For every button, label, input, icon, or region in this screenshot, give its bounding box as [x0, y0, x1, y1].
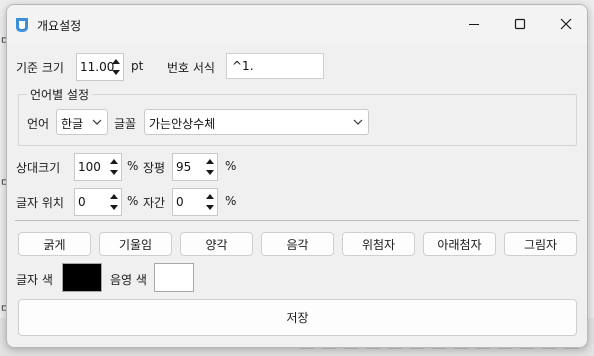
bold-button[interactable]: 굵게 — [18, 232, 91, 256]
chevron-down-icon[interactable] — [92, 117, 102, 127]
width-ratio-unit: % — [225, 159, 237, 173]
font-select[interactable]: 가는안상수체 — [144, 109, 369, 135]
italic-button[interactable]: 기울임 — [99, 232, 172, 256]
spin-down-icon[interactable] — [206, 205, 214, 210]
text-color-label: 글자 색 — [16, 273, 53, 287]
width-ratio-spinner[interactable]: 95 — [172, 153, 218, 181]
language-select[interactable]: 한글 — [56, 109, 108, 135]
engrave-button[interactable]: 음각 — [261, 232, 334, 256]
spin-down-icon[interactable] — [110, 170, 118, 175]
superscript-button[interactable]: 위첨자 — [342, 232, 415, 256]
emboss-button[interactable]: 양각 — [180, 232, 253, 256]
title-bar: 개요설정 — [7, 5, 587, 43]
close-button[interactable] — [543, 5, 587, 43]
char-position-unit: % — [127, 194, 139, 208]
font-label: 글꼴 — [114, 117, 137, 131]
font-size-spin-arrows[interactable] — [111, 56, 122, 78]
minimize-icon — [469, 24, 479, 25]
maximize-icon — [514, 18, 526, 30]
app-icon — [16, 18, 28, 32]
subscript-button[interactable]: 아래첨자 — [423, 232, 496, 256]
chevron-down-icon[interactable] — [353, 117, 363, 127]
font-size-unit: pt — [131, 59, 144, 73]
spin-down-icon[interactable] — [110, 205, 118, 210]
numbering-format-value[interactable]: ^1. — [232, 59, 254, 73]
width-ratio-spin-arrows[interactable] — [205, 156, 216, 178]
spin-down-icon[interactable] — [112, 70, 120, 75]
spin-up-icon[interactable] — [112, 59, 120, 64]
spacing-value[interactable]: 0 — [176, 195, 184, 209]
save-button[interactable]: 저장 — [18, 299, 577, 336]
spin-down-icon[interactable] — [206, 170, 214, 175]
char-position-label: 글자 위치 — [16, 196, 64, 210]
spacing-label: 자간 — [143, 196, 166, 210]
language-select-value[interactable]: 한글 — [61, 115, 83, 132]
language-label: 언어 — [27, 117, 50, 131]
language-settings-title: 언어별 설정 — [27, 86, 93, 103]
window-title: 개요설정 — [37, 19, 82, 33]
shade-color-swatch[interactable] — [154, 263, 194, 292]
spin-up-icon[interactable] — [206, 194, 214, 199]
relative-size-spinner[interactable]: 100 — [74, 153, 122, 181]
shade-color-label: 음영 색 — [110, 273, 147, 287]
font-size-spinner[interactable]: 11.00 — [76, 53, 124, 81]
shadow-button[interactable]: 그림자 — [504, 232, 577, 256]
spin-up-icon[interactable] — [110, 159, 118, 164]
font-size-label: 기준 크기 — [16, 61, 64, 75]
relative-size-unit: % — [127, 159, 139, 173]
char-position-value[interactable]: 0 — [78, 195, 86, 209]
char-position-spinner[interactable]: 0 — [74, 188, 122, 216]
font-select-value[interactable]: 가는안상수체 — [149, 115, 215, 132]
spacing-unit: % — [225, 194, 237, 208]
minimize-button[interactable] — [451, 5, 497, 43]
char-position-spin-arrows[interactable] — [109, 191, 120, 213]
spin-up-icon[interactable] — [110, 194, 118, 199]
relative-size-spin-arrows[interactable] — [109, 156, 120, 178]
outline-settings-dialog: 개요설정 기준 크기 11.00 pt 번호 서식 ^1. 언어별 설정 언어 … — [6, 4, 588, 348]
spin-up-icon[interactable] — [206, 159, 214, 164]
separator — [15, 220, 579, 221]
relative-size-label: 상대크기 — [16, 161, 61, 175]
spacing-spinner[interactable]: 0 — [172, 188, 218, 216]
numbering-format-label: 번호 서식 — [167, 61, 215, 75]
maximize-button[interactable] — [497, 5, 543, 43]
width-ratio-label: 장평 — [143, 161, 166, 175]
width-ratio-value[interactable]: 95 — [176, 160, 191, 174]
relative-size-value[interactable]: 100 — [78, 160, 101, 174]
close-icon — [560, 18, 572, 30]
numbering-format-input[interactable]: ^1. — [226, 53, 324, 79]
spacing-spin-arrows[interactable] — [205, 191, 216, 213]
text-color-swatch[interactable] — [62, 263, 102, 292]
font-size-value[interactable]: 11.00 — [80, 60, 114, 74]
